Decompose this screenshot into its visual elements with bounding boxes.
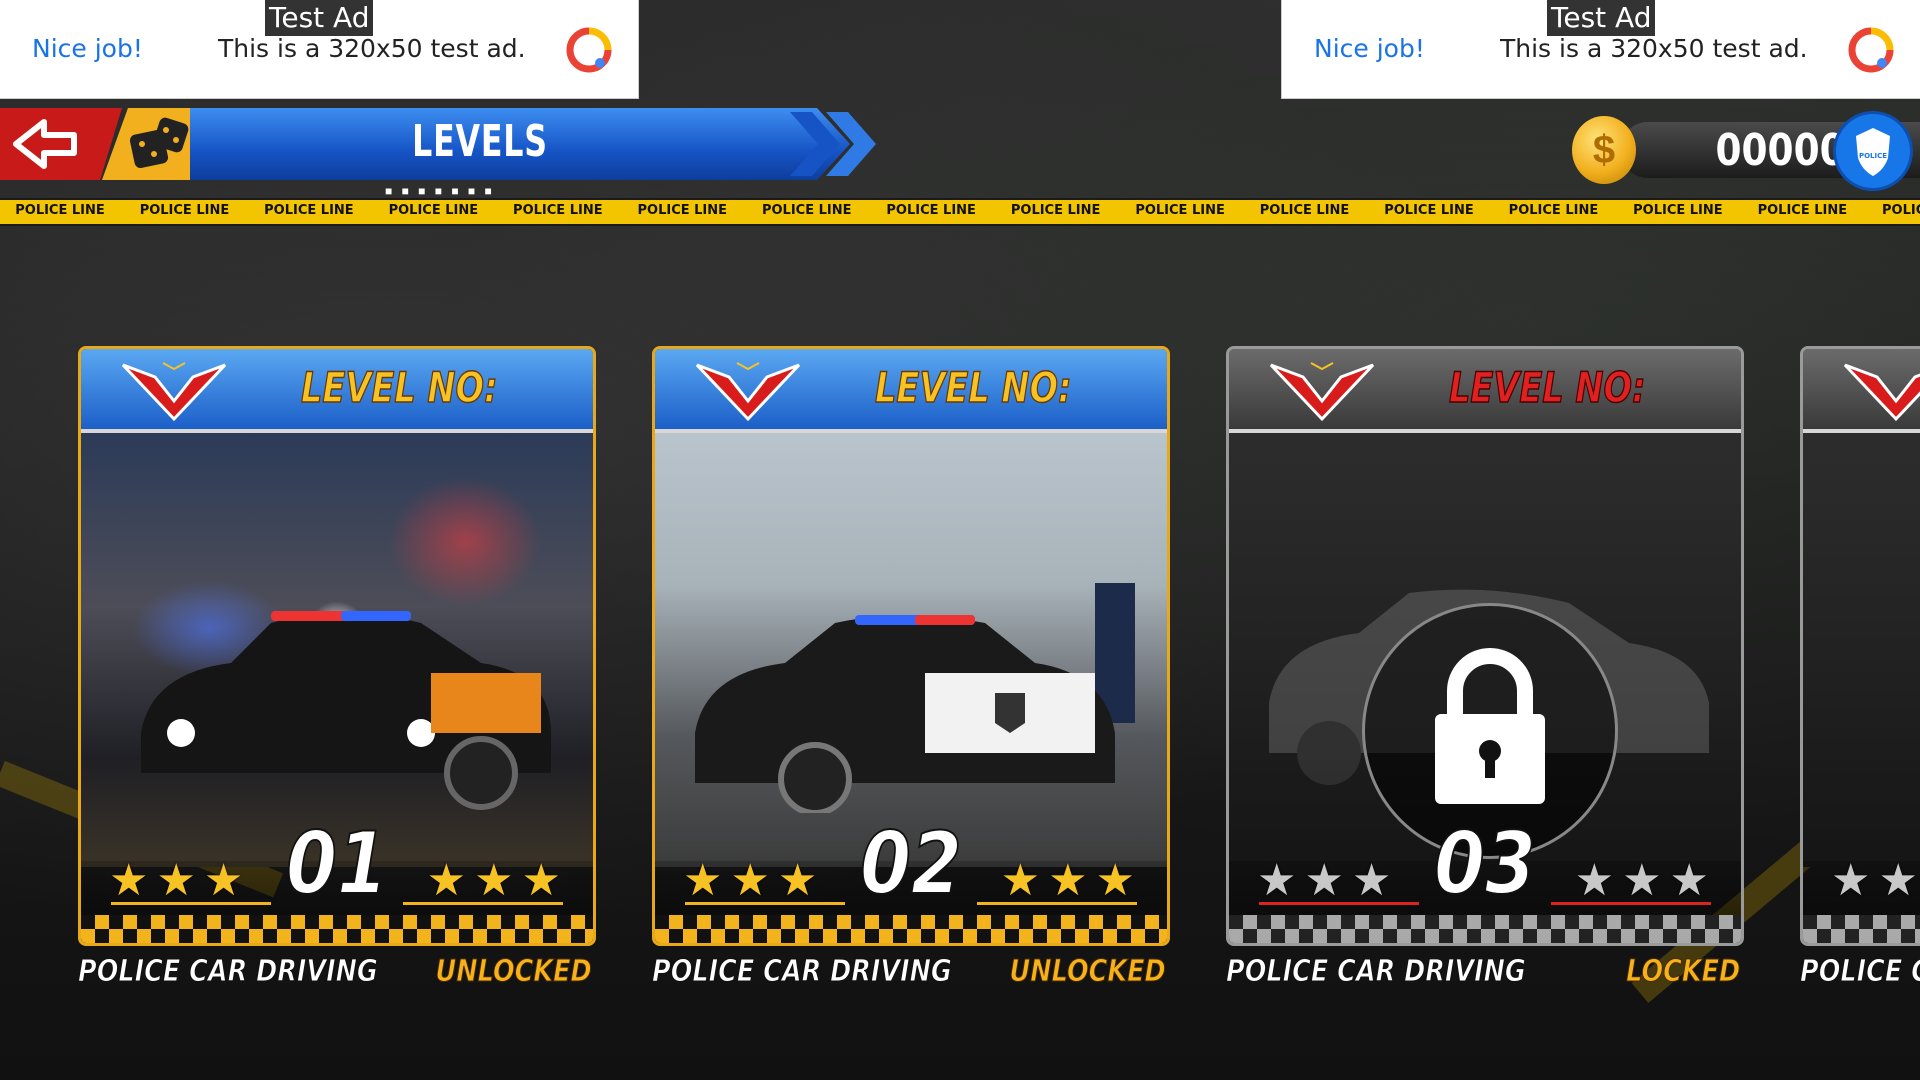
level-card-frame[interactable]: ★★ bbox=[1800, 346, 1920, 946]
level-name: POLICE CAR DRIVING bbox=[652, 954, 953, 990]
level-number: 01 bbox=[285, 814, 388, 914]
tape-label: POLICE LINE bbox=[761, 203, 852, 218]
ad-body: This is a 320x50 test ad. bbox=[218, 34, 526, 63]
checker-strip bbox=[81, 915, 593, 943]
level-preview-image bbox=[1803, 433, 1920, 867]
tape-label: POLICE LINE bbox=[886, 203, 976, 218]
back-arrow-icon bbox=[13, 119, 77, 169]
tape-label: POLICE LINE bbox=[513, 203, 603, 218]
title-dots: ■ ■ ■ ■ ■ ■ ■ bbox=[385, 184, 495, 198]
wings-logo-icon bbox=[121, 362, 227, 422]
level-number: 02 bbox=[859, 814, 962, 914]
ad-tag: Test Ad bbox=[265, 0, 374, 36]
page-title: LEVELS bbox=[412, 116, 548, 167]
checker-strip bbox=[655, 915, 1167, 943]
tape-label: POLICE LINE bbox=[264, 203, 354, 218]
level-card-2[interactable]: LEVEL NO: ★★★ ★★★ 02 POLICE CAR DRIVING … bbox=[652, 346, 1170, 994]
card-caption: POLICE CAR DRIVING LOCKED bbox=[1226, 954, 1744, 994]
police-car-image bbox=[141, 611, 551, 810]
tape-label: POLICE LINE bbox=[1010, 203, 1101, 218]
level-no-label: LEVEL NO: bbox=[300, 362, 498, 413]
card-caption: POLICE CAR DRIVING UNLOCKED bbox=[78, 954, 596, 994]
checker-strip bbox=[1803, 915, 1920, 943]
tape-label: POLICE LINE bbox=[1882, 203, 1920, 218]
stars-left: ★★ bbox=[1831, 856, 1920, 905]
badge-text: POLICE bbox=[1859, 152, 1887, 160]
tape-label: POLICE LINE bbox=[1757, 203, 1848, 218]
tape-label: POLICE LINE bbox=[1259, 203, 1350, 218]
tape-label: POLICE LINE bbox=[139, 203, 230, 218]
ad-network-icon bbox=[1848, 27, 1894, 73]
ad-banner-left[interactable]: Test Ad Nice job! This is a 320x50 test … bbox=[0, 0, 638, 98]
wings-logo-icon bbox=[1843, 363, 1920, 422]
level-name: POLICE CAR DRIVING bbox=[1226, 954, 1527, 990]
police-badge-icon: POLICE bbox=[1856, 128, 1890, 176]
level-card-frame[interactable]: LEVEL NO: ★★★ ★★★ 01 bbox=[78, 346, 596, 946]
police-car-image bbox=[695, 583, 1135, 813]
tape-label: POLICE LINE bbox=[388, 203, 479, 218]
ad-banner-right[interactable]: Test Ad Nice job! This is a 320x50 test … bbox=[1282, 0, 1920, 98]
level-card-4[interactable]: ★★ POLICE CA bbox=[1800, 346, 1920, 994]
tape-label: POLICE LINE bbox=[1508, 203, 1599, 218]
police-badge-button[interactable]: POLICE bbox=[1836, 114, 1910, 188]
level-card-frame[interactable]: LEVEL NO: ★★★ ★★★ 02 bbox=[652, 346, 1170, 946]
level-status: UNLOCKED bbox=[1009, 954, 1166, 990]
card-caption: POLICE CAR DRIVING UNLOCKED bbox=[652, 954, 1170, 994]
level-card-frame[interactable]: LEVEL NO: ★★★ ★★★ 03 bbox=[1226, 346, 1744, 946]
checker-strip bbox=[1229, 915, 1741, 943]
ad-headline[interactable]: Nice job! bbox=[32, 34, 143, 63]
card-header: LEVEL NO: bbox=[1229, 349, 1741, 433]
card-caption: POLICE CA bbox=[1800, 954, 1920, 994]
tape-label: POLICE LINE bbox=[1384, 203, 1474, 218]
level-no-label: LEVEL NO: bbox=[1448, 362, 1646, 413]
coin-icon: $ bbox=[1572, 116, 1636, 184]
level-card-1[interactable]: LEVEL NO: ★★★ ★★★ 01 POLICE CAR DRIVING … bbox=[78, 346, 596, 994]
level-preview-image bbox=[655, 433, 1167, 867]
level-no-label: LEVEL NO: bbox=[874, 362, 1072, 413]
level-number: 03 bbox=[1433, 814, 1536, 914]
level-status: UNLOCKED bbox=[435, 954, 592, 990]
tape-label: POLICE LINE bbox=[1135, 203, 1225, 218]
card-header: LEVEL NO: bbox=[655, 349, 1167, 433]
level-card-3[interactable]: LEVEL NO: ★★★ ★★★ 03 POLICE CAR DRIVING … bbox=[1226, 346, 1744, 994]
card-header: LEVEL NO: bbox=[81, 349, 593, 433]
level-preview-image bbox=[81, 433, 593, 867]
level-name: POLICE CA bbox=[1800, 954, 1920, 990]
level-status: LOCKED bbox=[1625, 954, 1740, 990]
ad-body: This is a 320x50 test ad. bbox=[1500, 34, 1808, 63]
tape-label: POLICE LINE bbox=[1633, 203, 1723, 218]
tape-label: POLICE LINE bbox=[15, 203, 105, 218]
ad-network-icon bbox=[566, 27, 612, 73]
ad-headline[interactable]: Nice job! bbox=[1314, 34, 1425, 63]
level-name: POLICE CAR DRIVING bbox=[78, 954, 379, 990]
police-tape: POLICE LINE POLICE LINE POLICE LINE POLI… bbox=[0, 198, 1920, 226]
wings-logo-icon bbox=[695, 362, 801, 422]
chevron-decoration-icon bbox=[790, 112, 876, 176]
level-preview-image bbox=[1229, 433, 1741, 867]
wings-logo-icon bbox=[1269, 362, 1375, 422]
level-card-4-clip: ★★ POLICE CA bbox=[1800, 346, 1920, 1006]
tape-label: POLICE LINE bbox=[637, 203, 728, 218]
card-header bbox=[1803, 349, 1920, 433]
ad-tag: Test Ad bbox=[1547, 0, 1656, 36]
